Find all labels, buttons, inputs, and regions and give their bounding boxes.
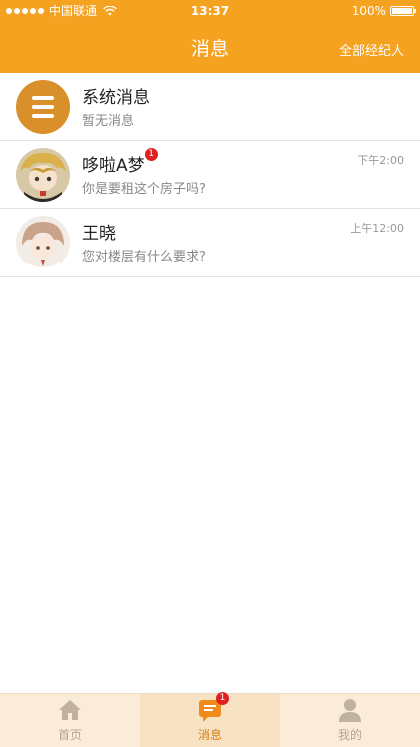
contact-name: 王晓	[82, 224, 116, 244]
list-item-system-message[interactable]: 系统消息 暂无消息	[0, 73, 420, 141]
message-preview: 您对楼层有什么要求?	[82, 250, 206, 265]
message-name: 系统消息	[82, 88, 150, 108]
home-icon	[59, 700, 81, 720]
menu-icon	[16, 80, 70, 134]
tab-home[interactable]: 首页	[0, 694, 140, 747]
battery-icon	[390, 6, 416, 16]
app-header: 中国联通 13:37 100% 消息 全部经纪人	[0, 0, 420, 73]
message-list: 系统消息 暂无消息 哆啦A梦 1 你是要租这个房子吗? 下午2:00 王晓 您对…	[0, 73, 420, 277]
message-preview: 你是要租这个房子吗?	[82, 182, 206, 197]
message-preview: 暂无消息	[82, 114, 135, 129]
avatar	[16, 216, 70, 270]
status-bar: 中国联通 13:37 100%	[0, 0, 420, 22]
list-item-conversation[interactable]: 王晓 您对楼层有什么要求? 上午12:00	[0, 209, 420, 277]
message-icon: 1	[197, 692, 229, 723]
tab-profile[interactable]: 我的	[280, 694, 420, 747]
message-time: 上午12:00	[350, 222, 404, 235]
tab-label: 消息	[197, 728, 222, 742]
tab-messages[interactable]: 1 消息	[140, 692, 280, 747]
name-wrap: 哆啦A梦 1	[82, 148, 158, 176]
tab-bar: 首页 1 消息 我的	[0, 692, 420, 747]
all-agents-button[interactable]: 全部经纪人	[339, 40, 404, 59]
message-time: 下午2:00	[357, 154, 404, 167]
unread-badge: 1	[144, 148, 158, 161]
contact-name: 哆啦A梦	[82, 156, 145, 176]
status-right: 100%	[351, 0, 416, 22]
tab-badge: 1	[216, 692, 229, 705]
message-name: 哆啦A梦 1	[82, 148, 158, 176]
tab-label: 首页	[57, 728, 82, 742]
tab-label: 我的	[337, 728, 362, 742]
avatar	[16, 148, 70, 202]
list-item-conversation[interactable]: 哆啦A梦 1 你是要租这个房子吗? 下午2:00	[0, 141, 420, 209]
battery-percent: 100%	[351, 4, 386, 18]
profile-icon	[339, 699, 361, 722]
